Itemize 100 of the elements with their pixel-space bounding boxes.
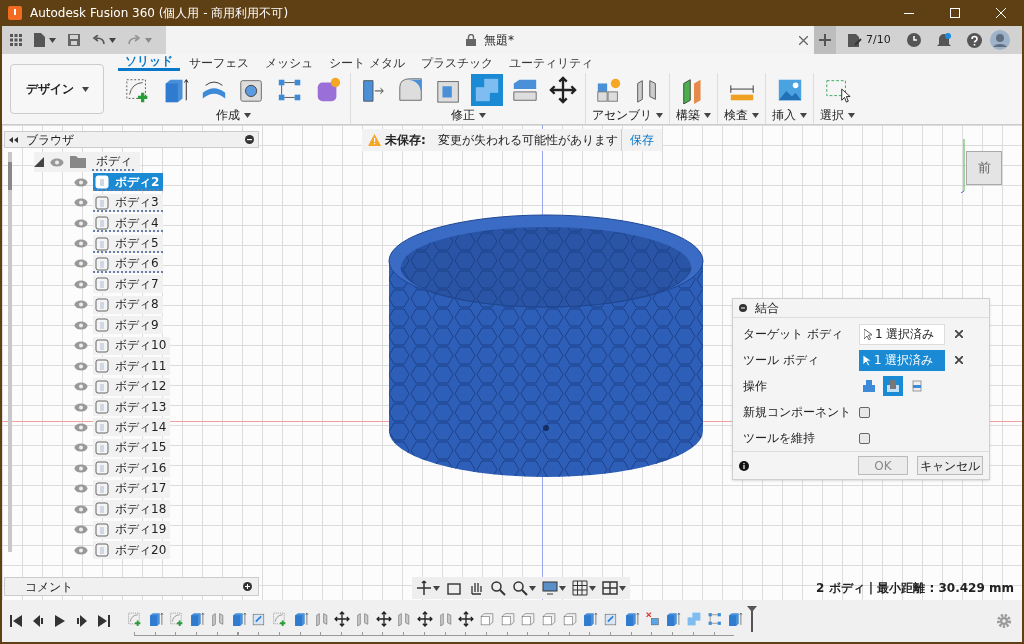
eye-icon[interactable] [74,525,88,535]
eye-icon[interactable] [74,443,88,453]
tree-item[interactable]: ボディ7 [93,275,163,294]
clock-icon[interactable] [906,33,921,47]
eye-icon[interactable] [74,239,88,249]
eye-icon[interactable] [74,463,88,473]
tree-item[interactable]: ボディ5 [93,234,163,253]
tree-item[interactable]: ボディ17 [93,479,171,498]
timeline-feature[interactable] [332,609,352,629]
tree-item[interactable]: ボディ15 [93,438,171,457]
eye-icon[interactable] [74,198,88,208]
file-count-button[interactable]: 7/10 [848,31,891,49]
eye-icon[interactable] [74,382,88,392]
playback-button[interactable] [54,614,66,628]
minus-circle-icon[interactable] [739,304,747,312]
undo-button[interactable] [92,35,116,45]
tree-item[interactable]: ボディ11 [93,357,171,376]
eye-icon[interactable] [74,341,88,351]
ribbon-group-menu[interactable]: アセンブリ [592,108,663,122]
settings-icon[interactable] [996,613,1012,629]
help-icon[interactable] [966,32,982,48]
ribbon-group-menu[interactable]: 構築 [676,108,711,122]
checkbox[interactable] [859,406,870,418]
tree-item[interactable]: ボディ2 [93,173,164,192]
ribbon-group-menu[interactable]: 検査 [724,108,759,122]
eye-icon[interactable] [74,320,88,330]
clear-icon[interactable] [955,330,963,338]
info-icon[interactable] [739,460,749,471]
ribbon-group-menu[interactable]: 修正 [450,108,486,122]
tree-item[interactable]: ボディ3 [93,193,163,212]
workspace-button[interactable]: デザイン [10,64,104,114]
ribbon-tab[interactable]: サーフェス [182,54,256,71]
tree-item[interactable]: ボディ18 [93,500,171,519]
playback-button[interactable] [98,614,110,628]
save-link[interactable]: 保存 [621,129,654,151]
eye-icon[interactable] [74,279,88,289]
nav-tool-button[interactable] [490,580,506,596]
timeline-feature[interactable] [374,609,393,629]
file-menu-button[interactable] [34,33,56,47]
viewport-canvas[interactable] [2,125,1022,600]
scrollbar[interactable] [8,152,12,552]
ribbon-group-menu[interactable]: 作成 [215,108,251,122]
timeline-marker-icon[interactable] [746,606,757,632]
timeline-feature[interactable] [415,609,435,629]
tree-item[interactable]: ボディ20 [93,541,171,560]
ribbon-group-menu[interactable]: 選択 [820,108,855,122]
ribbon-tab[interactable]: メッシュ [258,54,320,71]
add-circle-icon[interactable] [243,582,252,591]
selection-button[interactable]: 1 選択済み [859,323,945,345]
ribbon-tab[interactable]: シート メタル [322,54,412,71]
nav-tool-button[interactable] [542,580,566,596]
eye-icon[interactable] [74,218,88,228]
expand-triangle-icon[interactable] [34,157,44,167]
apps-grid-icon[interactable] [10,34,22,46]
bell-icon[interactable] [936,32,951,48]
timeline-feature[interactable] [457,609,476,629]
eye-icon[interactable] [50,157,64,167]
document-tab[interactable]: 無題* [166,26,814,54]
selection-button[interactable]: 1 選択済み [859,349,945,371]
save-icon[interactable] [68,34,80,46]
view-cube[interactable]: 前 [966,151,1002,185]
tree-item[interactable]: ボディ4 [93,214,163,233]
tree-item[interactable]: ボディ14 [93,418,171,437]
nav-tool-button[interactable] [468,580,484,596]
close-icon[interactable] [799,35,808,45]
tree-item[interactable]: ボディ16 [93,459,171,478]
tree-item[interactable]: ボディ8 [93,295,163,314]
eye-icon[interactable] [74,545,88,555]
nav-tool-button[interactable] [602,580,626,596]
eye-icon[interactable] [74,259,88,269]
tree-item[interactable]: ボディ9 [93,316,163,335]
eye-icon[interactable] [74,300,88,310]
nav-tool-button[interactable] [512,580,536,596]
eye-icon[interactable] [74,504,88,514]
minus-circle-icon[interactable] [245,135,254,144]
cylinder-drawing[interactable] [388,213,704,477]
collapse-icon[interactable] [9,136,18,143]
tree-item[interactable]: ボディ12 [93,377,171,396]
tree-item[interactable]: ボディ13 [93,398,171,417]
tree-item[interactable]: ボディ6 [93,254,163,273]
checkbox[interactable] [859,432,870,444]
eye-icon[interactable] [74,402,88,412]
ribbon-tab[interactable]: ユーティリティ [501,54,600,71]
dialog-button[interactable]: キャンセル [917,456,983,475]
operation-button[interactable] [883,376,903,396]
playback-button[interactable] [32,614,44,628]
avatar-icon[interactable] [990,30,1010,50]
eye-icon[interactable] [74,177,88,187]
ribbon-tab[interactable]: プラスチック [413,54,500,71]
tree-item[interactable]: ボディ10 [93,336,171,355]
eye-icon[interactable] [74,361,88,371]
tree-item[interactable]: ボディ19 [93,520,171,539]
playback-button[interactable] [10,614,22,628]
clear-icon[interactable] [955,356,963,364]
eye-icon[interactable] [74,422,88,432]
ribbon-tab[interactable]: ソリッド [118,54,180,71]
ribbon-group-menu[interactable]: 挿入 [772,108,807,122]
playback-button[interactable] [76,614,88,628]
ribbon-tool-button[interactable] [547,74,579,106]
nav-tool-button[interactable] [416,580,440,596]
